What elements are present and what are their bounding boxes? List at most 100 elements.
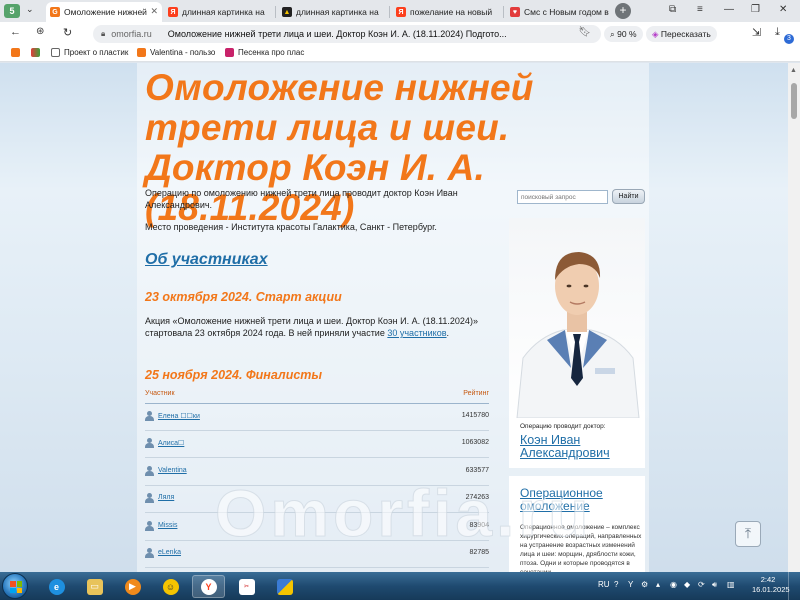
new-tab-button[interactable]: +	[615, 3, 631, 19]
tray-yandex-icon[interactable]: Y	[628, 580, 633, 589]
help-icon[interactable]: ?	[614, 580, 618, 589]
tray-expand-icon[interactable]: ▴	[656, 580, 660, 589]
participant-link[interactable]: eLenka	[158, 549, 181, 556]
tab-omorfia[interactable]: G Омоложение нижней ✕	[46, 2, 162, 22]
arrow-up-icon: ⤒	[744, 525, 752, 541]
yandex-browser-icon: Y	[200, 578, 217, 595]
downloads-icon[interactable]: ⤓	[775, 26, 780, 39]
bookmark-label: Проект о пластик	[64, 48, 129, 57]
participants-link[interactable]: 30 участников	[387, 328, 446, 338]
restore-icon[interactable]: ❐	[751, 4, 760, 15]
smiley-icon: ☺	[162, 578, 179, 595]
minimize-icon[interactable]: —	[724, 4, 734, 15]
page-icon	[51, 48, 60, 57]
doctor-name-link[interactable]: Коэн Иван Александрович	[520, 434, 640, 460]
taskbar-media-player[interactable]: ▶	[116, 575, 149, 598]
media-player-icon: ▶	[124, 578, 141, 595]
lock-icon[interactable]: 🔒︎	[101, 29, 105, 39]
doctor-photo[interactable]	[509, 218, 645, 418]
tray-security-icon[interactable]: ◆	[684, 580, 690, 589]
extensions-icon[interactable]: ⇲	[752, 26, 761, 39]
clock-time: 2:42	[760, 575, 776, 584]
tray-app-icon[interactable]: ◉	[670, 580, 677, 589]
user-icon	[145, 493, 154, 503]
participant-link[interactable]: Valentina	[158, 467, 187, 474]
bookmark-label: Valentina - пользо	[150, 48, 216, 57]
search-input[interactable]	[517, 190, 608, 204]
start-button[interactable]	[2, 573, 28, 599]
bookmark-project[interactable]: Проект о пластик	[51, 48, 128, 57]
scrollbar-thumb[interactable]	[791, 83, 797, 119]
table-row: Елена ☐☐ки 1415780	[145, 404, 489, 431]
yandex-icon: Я	[168, 7, 178, 17]
bookmark-icon[interactable]: 🔖︎	[578, 27, 591, 38]
close-tab-icon[interactable]: ✕	[150, 6, 158, 17]
participant-link[interactable]: Ляля	[158, 494, 174, 501]
protect-icon[interactable]: ⊛	[36, 26, 44, 37]
bookmark-yandex-icon[interactable]	[31, 48, 44, 57]
participant-link[interactable]: Алиса☐	[158, 439, 184, 447]
yandex-icon: Я	[396, 7, 406, 17]
bookmark-valentina[interactable]: Valentina - пользо	[137, 48, 215, 57]
participant-score: 633577	[465, 467, 489, 474]
downloads-badge: 3	[784, 34, 794, 44]
tab-yandex-search-2[interactable]: Я пожелание на новый	[392, 2, 504, 22]
clock[interactable]: 2:42 16.01.2025	[752, 575, 790, 595]
taskbar-agent[interactable]: ☺	[154, 575, 187, 598]
tab-strip: 5 ⌄ G Омоложение нижней ✕ Я длинная карт…	[0, 0, 800, 22]
taskbar-explorer[interactable]: ▭	[78, 575, 111, 598]
volume-icon[interactable]: 🔊︎	[712, 580, 717, 590]
tab-image-search[interactable]: ▲ длинная картинка на	[278, 2, 390, 22]
zoom-indicator[interactable]: ⌕ 90 %	[604, 26, 643, 42]
collections-icon[interactable]: ⧉	[669, 4, 676, 15]
user-icon	[145, 411, 154, 421]
page-scrollbar[interactable]: ▲	[788, 63, 800, 572]
omorfia-icon	[137, 48, 146, 57]
folder-icon: ▭	[86, 578, 103, 595]
clock-date: 16.01.2025	[752, 585, 790, 594]
table-header: Участник Рейтинг	[145, 390, 489, 397]
taskbar-ie[interactable]: e	[40, 575, 73, 598]
tab-title: Смс с Новым годом в	[524, 7, 609, 17]
reload-icon[interactable]: ↻	[63, 26, 72, 39]
participant-link[interactable]: Елена ☐☐ки	[158, 412, 200, 420]
user-icon	[145, 521, 154, 531]
retell-button[interactable]: ◈ Пересказать	[646, 26, 717, 42]
scroll-to-top-button[interactable]: ⤒	[735, 521, 761, 547]
web-page: Омоложение нижней трети лица и шеи. Докт…	[0, 63, 788, 572]
participants-heading[interactable]: Об участниках	[145, 251, 268, 269]
tab-new-year-sms[interactable]: ♥ Смс с Новым годом в	[506, 2, 612, 22]
taskbar-yandex-browser[interactable]: Y	[192, 575, 225, 598]
tabs-dropdown-icon[interactable]: ⌄	[26, 4, 34, 15]
taskbar-screenshot[interactable]: ✂	[230, 575, 263, 598]
participant-link[interactable]: Missis	[158, 522, 177, 529]
menu-icon[interactable]: ≡	[697, 4, 703, 15]
navigation-bar: ← ⊛ ↻ 🔒︎ omorfia.ru Омоложение нижней тр…	[0, 22, 800, 46]
show-desktop-button[interactable]	[788, 572, 800, 600]
bookmark-song[interactable]: Песенка про плас	[225, 48, 304, 57]
participant-score: 1415780	[461, 412, 489, 419]
taskbar-defender[interactable]	[268, 575, 301, 598]
zoom-search-icon: ⌕	[610, 29, 615, 39]
retell-label: Пересказать	[660, 29, 711, 39]
language-indicator[interactable]: RU	[598, 580, 610, 589]
internet-explorer-icon: e	[48, 578, 65, 595]
address-bar[interactable]: 🔒︎ omorfia.ru Омоложение нижней трети ли…	[93, 25, 601, 43]
search-button[interactable]: Найти	[612, 189, 645, 204]
user-icon	[145, 466, 154, 476]
tab-title: длинная картинка на	[296, 7, 379, 17]
address-page-title: Омоложение нижней трети лица и шеи. Докт…	[167, 29, 507, 39]
watermark: Omorfia.ru	[214, 476, 593, 551]
tab-title: пожелание на новый	[410, 7, 493, 17]
heart-icon: ♥	[510, 7, 520, 17]
tab-yandex-search-1[interactable]: Я длинная картинка на	[164, 2, 276, 22]
tray-update-icon[interactable]: ⟳	[698, 580, 705, 589]
bookmark-omorfia-icon[interactable]	[11, 48, 24, 57]
network-icon[interactable]: ▥	[727, 580, 735, 589]
close-window-icon[interactable]: ✕	[779, 4, 787, 15]
scroll-up-icon[interactable]: ▲	[790, 67, 797, 74]
tray-settings-icon[interactable]: ⚙	[641, 580, 648, 589]
back-icon[interactable]: ←	[10, 26, 21, 38]
workspace-button[interactable]: 5	[4, 4, 20, 18]
start-heading: 23 октября 2024. Старт акции	[145, 290, 342, 304]
